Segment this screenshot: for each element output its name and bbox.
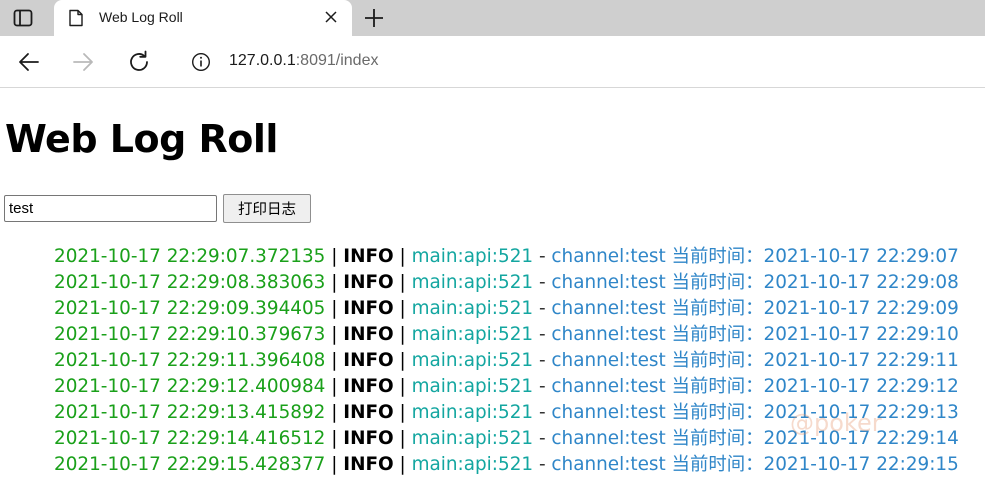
log-time: 2021-10-17 22:29:11.396408 [54, 350, 326, 371]
log-separator: | [325, 298, 344, 319]
forward-arrow-icon[interactable] [70, 49, 96, 75]
tab-active[interactable]: Web Log Roll [54, 0, 352, 36]
url-text[interactable]: 127.0.0.1:8091/index [229, 52, 378, 70]
log-message-input[interactable] [4, 195, 217, 222]
log-separator: | [393, 246, 412, 267]
log-dash: - [533, 350, 552, 371]
log-separator: | [325, 376, 344, 397]
log-level: INFO [343, 298, 394, 319]
log-location: main:api:521 [411, 246, 534, 267]
log-location: main:api:521 [411, 376, 534, 397]
log-separator: | [393, 272, 412, 293]
log-level: INFO [343, 272, 394, 293]
log-separator: | [325, 428, 344, 449]
log-level: INFO [343, 428, 394, 449]
print-log-button[interactable]: 打印日志 [223, 194, 311, 223]
log-message: channel:test 当前时间：2021-10-17 22:29:10 [551, 324, 959, 345]
log-time: 2021-10-17 22:29:07.372135 [54, 246, 326, 267]
log-level: INFO [343, 350, 394, 371]
log-location: main:api:521 [411, 324, 534, 345]
log-separator: | [393, 454, 412, 475]
log-location: main:api:521 [411, 350, 534, 371]
reload-icon[interactable] [126, 49, 152, 75]
address-bar[interactable]: 127.0.0.1:8091/index [176, 43, 985, 81]
log-line: 2021-10-17 22:29:11.396408 | INFO | main… [54, 348, 985, 374]
log-dash: - [533, 324, 552, 345]
log-list: 2021-10-17 22:29:07.372135 | INFO | main… [54, 244, 985, 478]
log-separator: | [393, 350, 412, 371]
log-separator: | [393, 376, 412, 397]
log-message: channel:test 当前时间：2021-10-17 22:29:08 [551, 272, 959, 293]
page-content: Web Log Roll 打印日志 2021-10-17 22:29:07.37… [0, 89, 985, 484]
log-separator: | [325, 324, 344, 345]
log-location: main:api:521 [411, 402, 534, 423]
log-location: main:api:521 [411, 454, 534, 475]
log-separator: | [325, 272, 344, 293]
log-line: 2021-10-17 22:29:14.416512 | INFO | main… [54, 426, 985, 452]
log-level: INFO [343, 324, 394, 345]
log-message: channel:test 当前时间：2021-10-17 22:29:12 [551, 376, 959, 397]
log-separator: | [393, 324, 412, 345]
log-separator: | [393, 298, 412, 319]
url-path: :8091/index [295, 52, 379, 69]
page-icon [69, 9, 83, 27]
log-time: 2021-10-17 22:29:10.379673 [54, 324, 326, 345]
page-title: Web Log Roll [5, 117, 278, 161]
log-time: 2021-10-17 22:29:14.416512 [54, 428, 326, 449]
log-dash: - [533, 402, 552, 423]
window-menu-button[interactable] [10, 7, 36, 29]
log-separator: | [325, 350, 344, 371]
toolbar: 127.0.0.1:8091/index [0, 36, 985, 88]
log-line: 2021-10-17 22:29:09.394405 | INFO | main… [54, 296, 985, 322]
log-dash: - [533, 298, 552, 319]
back-arrow-icon[interactable] [16, 49, 42, 75]
log-level: INFO [343, 246, 394, 267]
log-level: INFO [343, 376, 394, 397]
log-message: channel:test 当前时间：2021-10-17 22:29:07 [551, 246, 959, 267]
log-time: 2021-10-17 22:29:08.383063 [54, 272, 326, 293]
log-line: 2021-10-17 22:29:13.415892 | INFO | main… [54, 400, 985, 426]
log-message: channel:test 当前时间：2021-10-17 22:29:14 [551, 428, 959, 449]
log-time: 2021-10-17 22:29:12.400984 [54, 376, 326, 397]
info-icon[interactable] [191, 52, 211, 72]
log-line: 2021-10-17 22:29:15.428377 | INFO | main… [54, 452, 985, 478]
log-line: 2021-10-17 22:29:07.372135 | INFO | main… [54, 244, 985, 270]
log-separator: | [325, 454, 344, 475]
plus-icon[interactable] [362, 6, 386, 30]
log-time: 2021-10-17 22:29:13.415892 [54, 402, 326, 423]
log-dash: - [533, 272, 552, 293]
log-level: INFO [343, 454, 394, 475]
log-location: main:api:521 [411, 272, 534, 293]
log-separator: | [393, 428, 412, 449]
log-time: 2021-10-17 22:29:15.428377 [54, 454, 326, 475]
log-dash: - [533, 246, 552, 267]
log-separator: | [325, 246, 344, 267]
log-location: main:api:521 [411, 428, 534, 449]
log-line: 2021-10-17 22:29:10.379673 | INFO | main… [54, 322, 985, 348]
log-dash: - [533, 376, 552, 397]
log-line: 2021-10-17 22:29:12.400984 | INFO | main… [54, 374, 985, 400]
log-message: channel:test 当前时间：2021-10-17 22:29:13 [551, 402, 959, 423]
log-message: channel:test 当前时间：2021-10-17 22:29:09 [551, 298, 959, 319]
log-time: 2021-10-17 22:29:09.394405 [54, 298, 326, 319]
tab-strip: Web Log Roll [0, 0, 985, 36]
window-icon [13, 9, 33, 27]
log-separator: | [393, 402, 412, 423]
log-line: 2021-10-17 22:29:08.383063 | INFO | main… [54, 270, 985, 296]
log-separator: | [325, 402, 344, 423]
log-location: main:api:521 [411, 298, 534, 319]
tab-title: Web Log Roll [99, 9, 183, 25]
log-dash: - [533, 454, 552, 475]
close-icon[interactable] [324, 10, 338, 24]
url-host: 127.0.0.1 [229, 52, 296, 69]
log-message: channel:test 当前时间：2021-10-17 22:29:11 [551, 350, 959, 371]
log-level: INFO [343, 402, 394, 423]
log-dash: - [533, 428, 552, 449]
log-message: channel:test 当前时间：2021-10-17 22:29:15 [551, 454, 959, 475]
